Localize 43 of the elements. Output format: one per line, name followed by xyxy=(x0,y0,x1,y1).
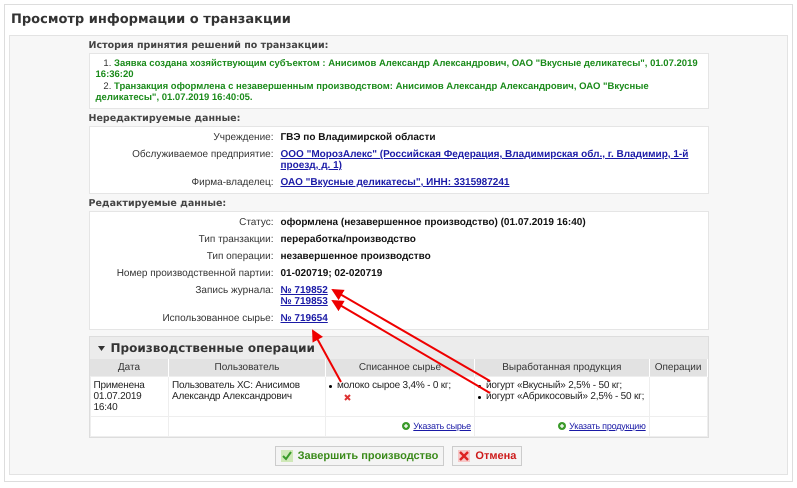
field-value: переработка/производство xyxy=(280,234,417,245)
section-label: Редактируемые данные: xyxy=(88,197,228,211)
table-cell: йогурт «Вкусный» 2,5% - 50 кг; йогурт «Абрикосовый» 2,5% - 50 кг; xyxy=(474,376,650,416)
plus-icon xyxy=(402,422,410,430)
field-label: Запись журнала: xyxy=(194,285,274,298)
value-link[interactable]: № 719852 xyxy=(280,285,700,296)
panel-title: Производственные операции xyxy=(110,341,315,355)
panel-header[interactable]: Производственные операции xyxy=(90,337,708,359)
value-link[interactable]: № 719853 xyxy=(280,296,700,307)
field-label: Использованное сырье: xyxy=(161,313,274,324)
field-value: оформлена (незавершенное производство) (01.07.2019 16:40) xyxy=(280,217,587,228)
column-header: Дата xyxy=(90,359,168,376)
checkmark-icon xyxy=(280,450,293,462)
section-label: Нередактируемые данные: xyxy=(88,112,242,126)
field-label: Учреждение: xyxy=(212,132,274,143)
table-cell: молоко сырое 3,4% - 0 кг; xyxy=(325,376,474,416)
cancel-button[interactable]: Отмена xyxy=(452,446,522,466)
value-link[interactable]: ООО "МорозАлекс" (Российская Федерация, Владимирская обл., г. Владимир, 1-й проезд, д. 1) xyxy=(280,149,700,171)
field-value: незавершенное производство xyxy=(280,251,432,262)
finish-button[interactable]: Завершить производство xyxy=(274,446,444,466)
caret-icon xyxy=(98,346,104,350)
column-header: Операции xyxy=(649,359,707,376)
field-label: Статус: xyxy=(238,217,274,228)
value-link[interactable]: ОАО "Вкусные деликатесы", ИНН: 3315987241 xyxy=(280,177,700,188)
page-title: Просмотр информации о транзакции xyxy=(10,11,292,29)
field-label: Обслуживаемое предприятие: xyxy=(131,149,274,162)
column-header: Выработанная продукция xyxy=(474,359,650,376)
close-icon xyxy=(458,450,470,462)
section-label: История принятия решений по транзакции: xyxy=(88,39,330,53)
table-cell: Пользователь ХС: Анисимов Александр Александрович xyxy=(168,376,326,416)
delete-icon[interactable] xyxy=(344,394,351,401)
history-entry: 2. Транзакция оформлена с незавершенным производством: Анисимов Александр Александрович, ОАО "Вкусные деликатесы", 01.07.2019 16:40:05. xyxy=(94,81,650,104)
field-label: Тип транзакции: xyxy=(198,234,274,245)
field-label: Фирма-владелец: xyxy=(190,177,274,188)
field-value: 01-020719; 02-020719 xyxy=(280,268,384,279)
field-label: Номер производственной партии: xyxy=(116,268,274,279)
plus-icon xyxy=(558,422,566,430)
column-header: Пользователь xyxy=(168,359,326,376)
field-value: ГВЭ по Владимирской области xyxy=(280,132,437,143)
value-link[interactable]: № 719654 xyxy=(280,313,700,324)
field-label: Тип операции: xyxy=(206,251,274,262)
history-entry: 1. Заявка создана хозяйствующим субъектом : Анисимов Александр Александрович, ОАО "Вкусные деликатесы", 01.07.2019 16:36:20 xyxy=(94,58,699,81)
table-cell: Применена 01.07.2019 16:40 xyxy=(90,376,168,416)
